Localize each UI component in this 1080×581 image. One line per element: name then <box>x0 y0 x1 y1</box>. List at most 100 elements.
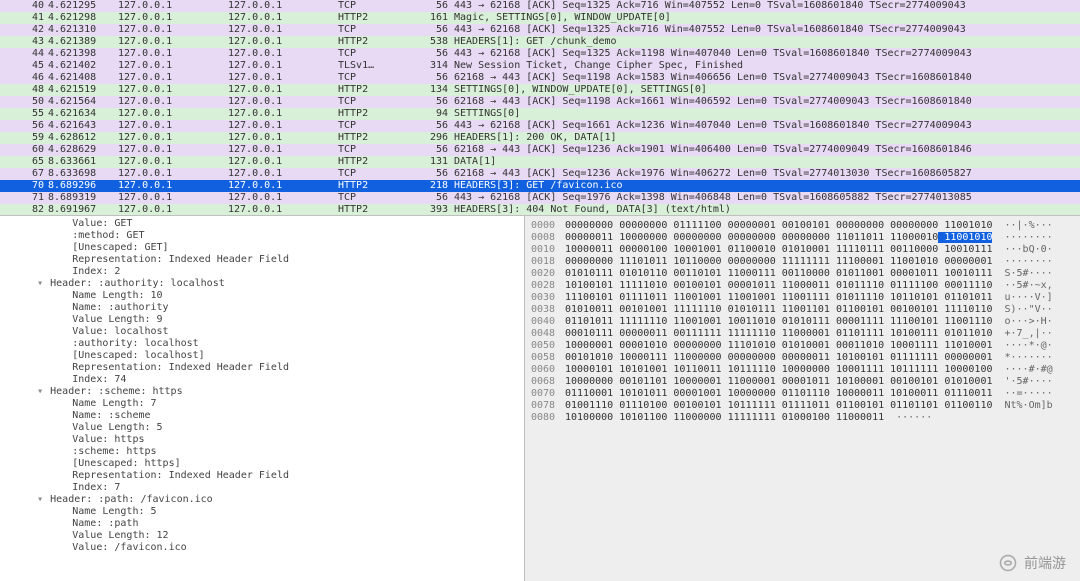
packet-row[interactable]: 554.621634127.0.0.1127.0.0.1HTTP294SETTI… <box>0 108 1080 120</box>
packet-cell-src: 127.0.0.1 <box>118 48 228 60</box>
packet-cell-time: 4.621389 <box>48 36 118 48</box>
packet-cell-time: 4.621402 <box>48 60 118 72</box>
packet-row[interactable]: 434.621389127.0.0.1127.0.0.1HTTP2538HEAD… <box>0 36 1080 48</box>
detail-field: Name Length: 10 <box>0 290 524 302</box>
packet-cell-info: 62168 → 443 [ACK] Seq=1236 Ack=1976 Win=… <box>454 168 1080 180</box>
packet-cell-time: 8.691967 <box>48 204 118 216</box>
packet-row[interactable]: 604.628629127.0.0.1127.0.0.1TCP5662168 →… <box>0 144 1080 156</box>
hex-line[interactable]: 007801001110 01110100 00100101 10111111 … <box>531 400 1074 412</box>
packet-row[interactable]: 594.628612127.0.0.1127.0.0.1HTTP2296HEAD… <box>0 132 1080 144</box>
packet-row[interactable]: 718.689319127.0.0.1127.0.0.1TCP56443 → 6… <box>0 192 1080 204</box>
hex-line[interactable]: 006010000101 10101001 10110011 10111110 … <box>531 364 1074 376</box>
detail-field: Index: 2 <box>0 266 524 278</box>
packet-cell-info: 62168 → 443 [ACK] Seq=1236 Ack=1901 Win=… <box>454 144 1080 156</box>
detail-field: Name: :scheme <box>0 410 524 422</box>
packet-cell-time: 4.621634 <box>48 108 118 120</box>
hex-line[interactable]: 005800101010 10000111 11000000 00000000 … <box>531 352 1074 364</box>
hex-offset: 0060 <box>531 364 565 376</box>
detail-field: Representation: Indexed Header Field <box>0 362 524 374</box>
detail-field: Value: localhost <box>0 326 524 338</box>
packet-cell-dst: 127.0.0.1 <box>228 48 338 60</box>
packet-cell-len: 393 <box>400 204 454 216</box>
hex-line[interactable]: 006810000000 00101101 10000001 11000001 … <box>531 376 1074 388</box>
hex-line[interactable]: 005010000001 00001010 00000000 11101010 … <box>531 340 1074 352</box>
packet-row[interactable]: 678.633698127.0.0.1127.0.0.1TCP5662168 →… <box>0 168 1080 180</box>
packet-row[interactable]: 504.621564127.0.0.1127.0.0.1TCP5662168 →… <box>0 96 1080 108</box>
packet-cell-proto: TCP <box>338 72 400 84</box>
packet-cell-info: 443 → 62168 [ACK] Seq=1661 Ack=1236 Win=… <box>454 120 1080 132</box>
detail-field: Name Length: 7 <box>0 398 524 410</box>
detail-field: Value Length: 12 <box>0 530 524 542</box>
packet-cell-proto: TCP <box>338 96 400 108</box>
packet-cell-src: 127.0.0.1 <box>118 120 228 132</box>
packet-cell-src: 127.0.0.1 <box>118 168 228 180</box>
packet-row[interactable]: 464.621408127.0.0.1127.0.0.1TCP5662168 →… <box>0 72 1080 84</box>
packet-row[interactable]: 424.621310127.0.0.1127.0.0.1TCP56443 → 6… <box>0 24 1080 36</box>
hex-line[interactable]: 000000000000 00000000 01111100 00000001 … <box>531 220 1074 232</box>
packet-list[interactable]: 404.621295127.0.0.1127.0.0.1TCP56443 → 6… <box>0 0 1080 216</box>
packet-cell-time: 4.621298 <box>48 12 118 24</box>
hex-line[interactable]: 008010100000 10101100 11000000 11111111 … <box>531 412 1074 424</box>
packet-row[interactable]: 484.621519127.0.0.1127.0.0.1HTTP2134SETT… <box>0 84 1080 96</box>
hex-dump-pane[interactable]: 000000000000 00000000 01111100 00000001 … <box>525 216 1080 581</box>
hex-bytes: 01001110 01110100 00100101 10111111 0111… <box>565 400 992 412</box>
packet-cell-len: 161 <box>400 12 454 24</box>
packet-cell-time: 4.621295 <box>48 0 118 12</box>
packet-cell-time: 4.628629 <box>48 144 118 156</box>
packet-cell-proto: TCP <box>338 144 400 156</box>
packet-row[interactable]: 828.691967127.0.0.1127.0.0.1HTTP2393HEAD… <box>0 204 1080 216</box>
packet-row[interactable]: 658.633661127.0.0.1127.0.0.1HTTP2131DATA… <box>0 156 1080 168</box>
packet-cell-src: 127.0.0.1 <box>118 72 228 84</box>
hex-line[interactable]: 007001110001 10101011 00001001 10000000 … <box>531 388 1074 400</box>
packet-cell-time: 8.633661 <box>48 156 118 168</box>
disclosure-triangle-icon[interactable]: ▾ <box>36 386 44 398</box>
packet-cell-proto: TLSv1… <box>338 60 400 72</box>
hex-line[interactable]: 002810100101 11111010 00100101 00001011 … <box>531 280 1074 292</box>
hex-line[interactable]: 002001010111 01010110 00110101 11000111 … <box>531 268 1074 280</box>
hex-offset: 0070 <box>531 388 565 400</box>
detail-field: [Unescaped: https] <box>0 458 524 470</box>
disclosure-triangle-icon[interactable]: ▾ <box>36 278 44 290</box>
packet-row[interactable]: 564.621643127.0.0.1127.0.0.1TCP56443 → 6… <box>0 120 1080 132</box>
hex-ascii: ········ <box>992 256 1052 268</box>
detail-field: :scheme: https <box>0 446 524 458</box>
packet-cell-len: 134 <box>400 84 454 96</box>
disclosure-triangle-icon[interactable]: ▾ <box>36 494 44 506</box>
hex-line[interactable]: 004001101011 11111110 11001001 10011010 … <box>531 316 1074 328</box>
packet-details-pane[interactable]: Value: GET :method: GET [Unescaped: GET]… <box>0 216 525 581</box>
hex-bytes: 00010111 00000011 00111111 11111110 1100… <box>565 328 992 340</box>
hex-line[interactable]: 004800010111 00000011 00111111 11111110 … <box>531 328 1074 340</box>
detail-header[interactable]: ▾ Header: :path: /favicon.ico <box>0 494 524 506</box>
packet-row[interactable]: 404.621295127.0.0.1127.0.0.1TCP56443 → 6… <box>0 0 1080 12</box>
detail-field: [Unescaped: localhost] <box>0 350 524 362</box>
packet-row[interactable]: 414.621298127.0.0.1127.0.0.1HTTP2161Magi… <box>0 12 1080 24</box>
packet-cell-len: 296 <box>400 132 454 144</box>
hex-line[interactable]: 003011100101 01111011 11001001 11001001 … <box>531 292 1074 304</box>
lower-panes: Value: GET :method: GET [Unescaped: GET]… <box>0 216 1080 581</box>
hex-line[interactable]: 000800000011 10000000 00000000 00000000 … <box>531 232 1074 244</box>
detail-field: [Unescaped: GET] <box>0 242 524 254</box>
detail-header[interactable]: ▾ Header: :scheme: https <box>0 386 524 398</box>
hex-line[interactable]: 001010000011 00000100 10001001 01100010 … <box>531 244 1074 256</box>
packet-cell-len: 56 <box>400 144 454 156</box>
detail-field: Value Length: 5 <box>0 422 524 434</box>
packet-cell-len: 131 <box>400 156 454 168</box>
detail-field: Name: :authority <box>0 302 524 314</box>
packet-row[interactable]: 454.621402127.0.0.1127.0.0.1TLSv1…314New… <box>0 60 1080 72</box>
detail-field: Name Length: 5 <box>0 506 524 518</box>
packet-cell-no: 45 <box>6 60 48 72</box>
hex-line[interactable]: 003801010011 00101001 11111110 01010111 … <box>531 304 1074 316</box>
detail-header[interactable]: ▾ Header: :authority: localhost <box>0 278 524 290</box>
detail-field: Name: :path <box>0 518 524 530</box>
hex-bytes: 11100101 01111011 11001001 11001001 1100… <box>565 292 992 304</box>
hex-offset: 0058 <box>531 352 565 364</box>
packet-cell-info: 443 → 62168 [ACK] Seq=1325 Ack=716 Win=4… <box>454 0 1080 12</box>
hex-ascii: S·5#···· <box>992 268 1052 280</box>
hex-ascii: ······ <box>884 412 932 424</box>
hex-line[interactable]: 001800000000 11101011 10110000 00000000 … <box>531 256 1074 268</box>
packet-row[interactable]: 708.689296127.0.0.1127.0.0.1HTTP2218HEAD… <box>0 180 1080 192</box>
packet-cell-time: 4.621398 <box>48 48 118 60</box>
packet-cell-len: 56 <box>400 0 454 12</box>
packet-row[interactable]: 444.621398127.0.0.1127.0.0.1TCP56443 → 6… <box>0 48 1080 60</box>
packet-cell-time: 4.621408 <box>48 72 118 84</box>
